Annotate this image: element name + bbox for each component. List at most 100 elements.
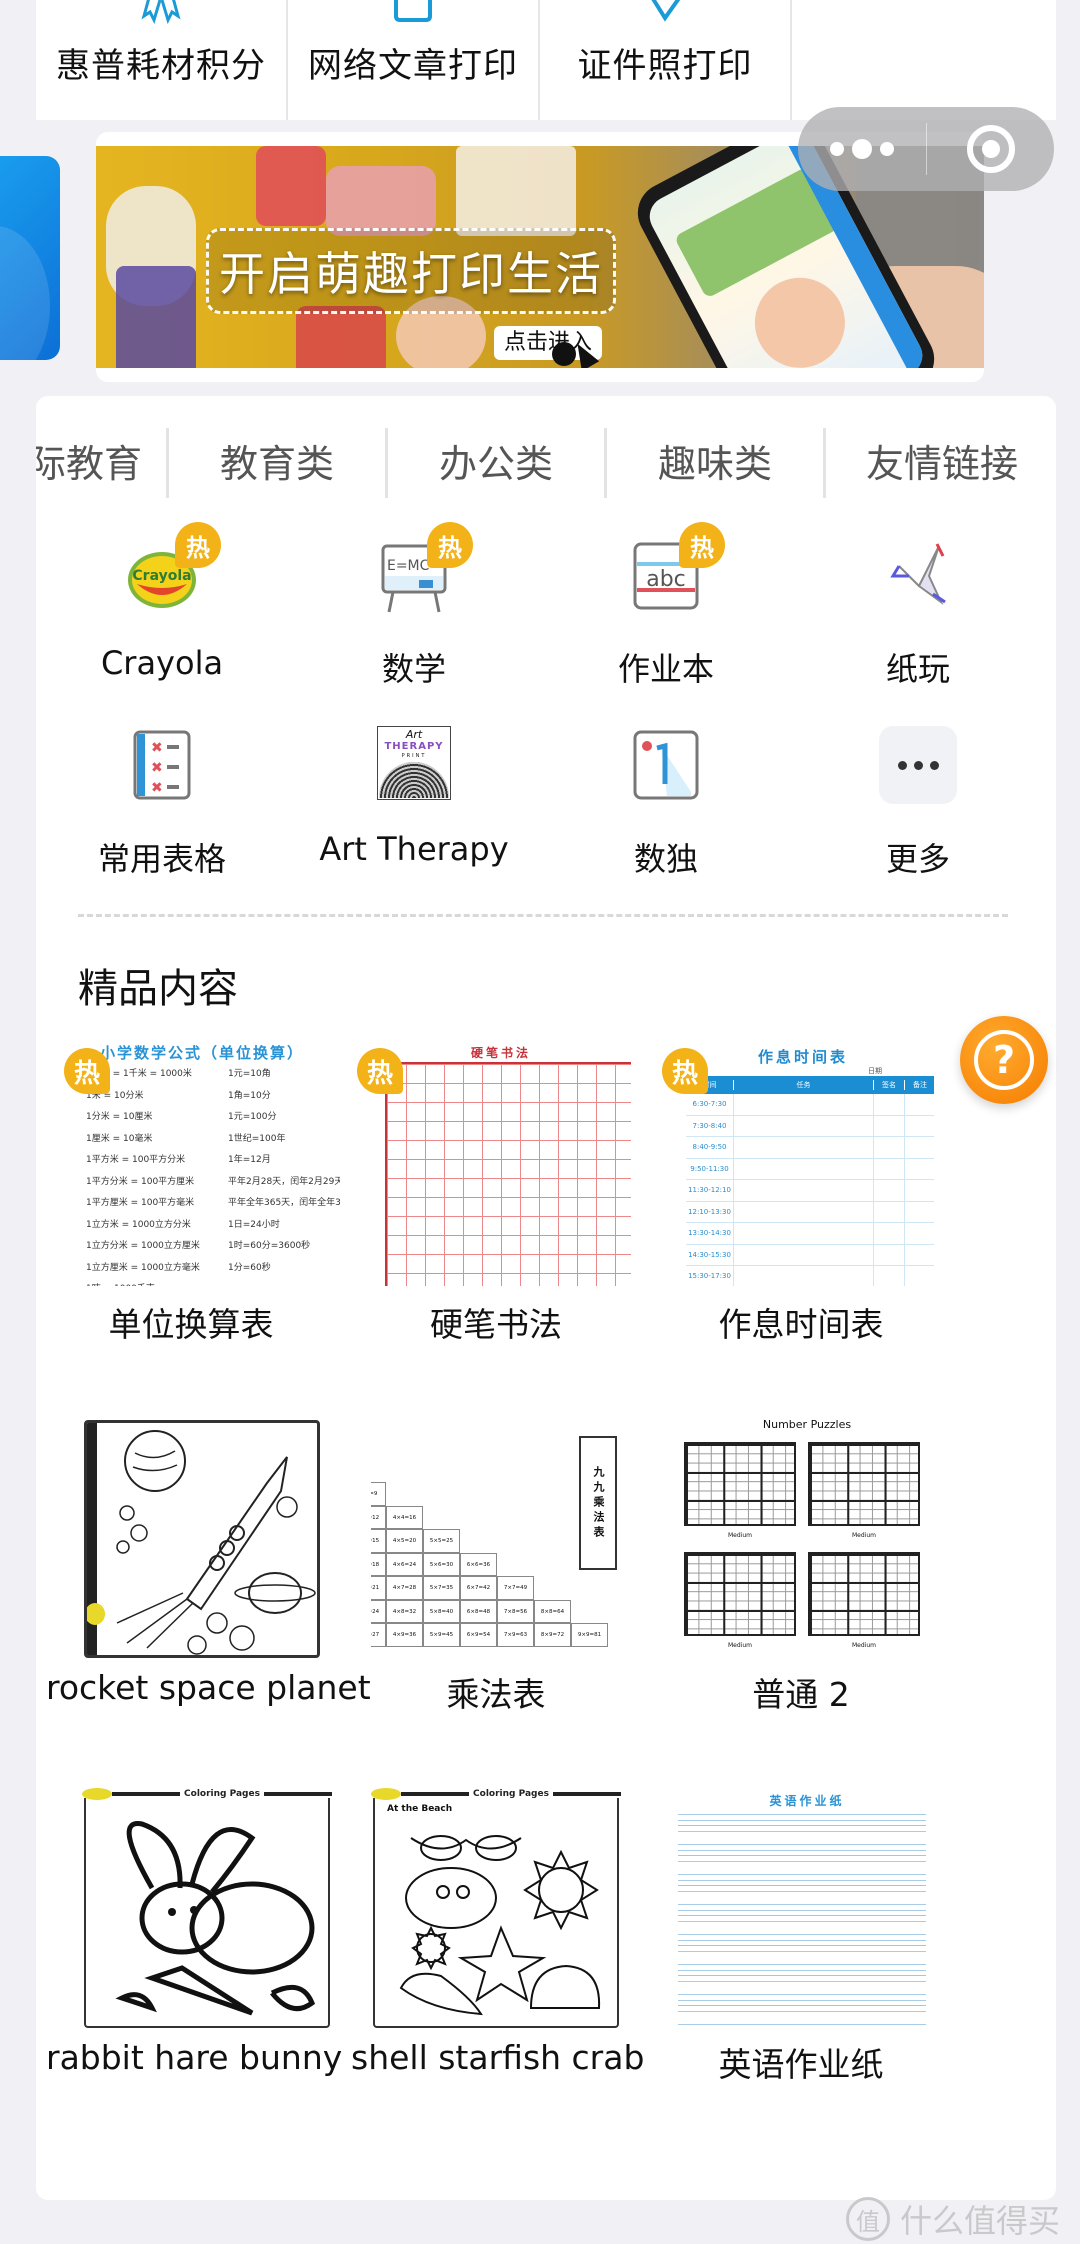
- content-card-rabbit[interactable]: Coloring Pages rabbit hare bunny: [46, 1776, 356, 2116]
- schedule-cell: 7:30-8:40: [686, 1115, 734, 1136]
- content-label: 英语作业纸: [718, 2045, 884, 2084]
- schedule-cell: [734, 1115, 874, 1136]
- multiplication-side-title: 九九乘法表: [579, 1436, 617, 1570]
- phone-screen-block: [739, 261, 861, 368]
- content-card-sudoku[interactable]: Number Puzzles Medium Medium Medium Medium …: [656, 1406, 966, 1746]
- schedule-row: 7:30-8:40: [686, 1115, 934, 1137]
- schedule-table: 时间 任务 签名 备注 6:30-7:30 7:30-8:40 8:40-9:50 9:50-…: [686, 1076, 934, 1286]
- ribbon-badge-icon: [141, 0, 181, 24]
- section-title: 精品内容: [78, 966, 238, 1012]
- svg-text:✖: ✖: [151, 760, 163, 776]
- watermark-logo-icon: 值: [845, 2197, 890, 2241]
- help-button[interactable]: ?: [960, 1016, 1048, 1104]
- writing-line: [678, 1909, 926, 1911]
- writing-line: [678, 1885, 926, 1886]
- sudoku-box-lines: [686, 1444, 794, 1524]
- multiplication-cell: 3×3=9: [371, 1482, 386, 1506]
- schedule-cell: [734, 1266, 874, 1286]
- category-math[interactable]: E=MC² 热 数学: [288, 522, 540, 694]
- service-web-article-print[interactable]: 网络文章打印: [288, 0, 540, 120]
- content-card-unit-conversion[interactable]: 小学数学公式（单位换算） 1公里 = 1千米 = 1000米 1米 = 10分米 1…: [46, 1036, 356, 1376]
- thumb-title: 小学数学公式（单位换算）: [100, 1044, 305, 1062]
- tab-international-education[interactable]: 际教育: [36, 422, 168, 498]
- writing-line: [678, 1980, 926, 1982]
- category-sudoku[interactable]: 数独: [540, 714, 792, 884]
- multiplication-cell: 9×9=81: [571, 1623, 608, 1647]
- tab-office[interactable]: 办公类: [388, 422, 604, 498]
- more-dots-icon: [880, 142, 894, 156]
- service-id-photo-print[interactable]: 证件照打印: [540, 0, 792, 120]
- schedule-cell: [905, 1159, 934, 1180]
- content-card-beach[interactable]: Coloring Pages At the Beach shell starfi…: [351, 1776, 661, 2116]
- schedule-column-header: 备注: [905, 1080, 934, 1090]
- writing-line: [678, 1969, 926, 1971]
- category-label: Art Therapy: [319, 830, 509, 868]
- writing-line: [678, 1874, 926, 1875]
- whiteboard-emc2-icon: E=MC² 热: [375, 522, 473, 614]
- multiplication-cell: 3×4=12: [371, 1505, 386, 1529]
- schedule-cell: [874, 1137, 905, 1158]
- close-miniprogram-button[interactable]: [927, 107, 1054, 191]
- question-mark-icon: ?: [974, 1030, 1034, 1090]
- content-card-rocket[interactable]: rocket space planet: [46, 1406, 371, 1746]
- service-hp-points[interactable]: 惠普耗材积分: [36, 0, 288, 120]
- line-group-gap: [678, 2016, 926, 2024]
- content-card-calligraphy[interactable]: 硬笔书法 热 硬笔书法: [351, 1036, 661, 1376]
- category-art-therapy[interactable]: Art THERAPY PRINT Art Therapy: [288, 714, 540, 884]
- thumb-right-column: 1元=10角 1角=10分 1元=100分 1世纪=100年 1年=12月 平年2月28天…: [228, 1064, 340, 1279]
- writing-line: [678, 1915, 926, 1916]
- sudoku-puzzles: Medium Medium Medium Medium: [678, 1434, 938, 1654]
- content-label: 硬笔书法: [430, 1305, 562, 1344]
- category-tabs[interactable]: 际教育 教育类 办公类 趣味类 友情链接: [36, 422, 1056, 498]
- content-card-schedule[interactable]: 作息时间表 日期 时间 任务 签名 备注 6:30-7:30 7:30-8:40 8:40-…: [656, 1036, 966, 1376]
- category-crayola[interactable]: Crayola 热 Crayola: [36, 522, 288, 694]
- sudoku-difficulty: Medium: [728, 1642, 752, 1649]
- tab-fun[interactable]: 趣味类: [607, 422, 823, 498]
- section-divider: [78, 914, 1008, 917]
- category-paper-craft[interactable]: 纸玩: [792, 524, 1044, 694]
- content-card-multiplication[interactable]: 九九乘法表 3×3=93×4=124×4=163×5=154×5=205×5=2…: [351, 1406, 661, 1746]
- schedule-cell: [734, 1201, 874, 1222]
- tab-friend-links[interactable]: 友情链接: [826, 422, 1056, 498]
- content-card-english-paper[interactable]: 英语作业纸 英语作业纸: [656, 1776, 966, 2116]
- sudoku-icon: [627, 726, 705, 804]
- multiplication-cell: 8×9=72: [534, 1623, 571, 1647]
- multiplication-cell: 5×8=40: [423, 1599, 460, 1623]
- hot-badge: 热: [64, 1048, 110, 1094]
- category-common-forms[interactable]: ✖ ✖ ✖ 常用表格: [36, 714, 288, 884]
- content-label: 普通 2: [752, 1675, 850, 1714]
- id-photo-icon: [651, 0, 681, 22]
- schedule-cell: [874, 1094, 905, 1115]
- line-group-gap: [678, 1866, 926, 1874]
- english-writing-lines: [678, 1814, 926, 2026]
- schedule-cell: [905, 1266, 934, 1286]
- banner-deco-cards: [456, 146, 576, 236]
- thumbnail: Number Puzzles Medium Medium Medium Medium: [672, 1406, 942, 1656]
- sudoku-grid: [808, 1552, 920, 1636]
- category-more[interactable]: 更多: [792, 714, 1044, 884]
- svg-text:✖: ✖: [151, 780, 163, 796]
- document-icon: [394, 0, 432, 22]
- category-homework-book[interactable]: abc 热 作业本: [540, 522, 792, 694]
- conversion-row: 1分米 = 10厘米: [86, 1112, 153, 1122]
- conversion-row: 平年全年365天，闰年全年366天: [228, 1198, 340, 1208]
- schedule-cell: 13:30-14:30: [686, 1223, 734, 1244]
- date-label: 日期: [868, 1067, 882, 1075]
- thumb-title: Number Puzzles: [762, 1418, 852, 1431]
- schedule-cell: 8:40-9:50: [686, 1137, 734, 1158]
- side-blue-panel-edge[interactable]: [0, 156, 60, 360]
- more-dots-button[interactable]: [798, 107, 926, 191]
- schedule-cell: [905, 1180, 934, 1201]
- sudoku-grid: [808, 1442, 920, 1526]
- schedule-row: 6:30-7:30: [686, 1094, 934, 1116]
- rabbit-illustration: [115, 1821, 316, 2016]
- thumbnail: Coloring Pages: [82, 1788, 332, 2030]
- schedule-cell: [905, 1094, 934, 1115]
- banner-deco: [296, 306, 386, 368]
- conversion-row: 1平方米 = 100平方分米: [86, 1155, 186, 1165]
- tab-education[interactable]: 教育类: [169, 422, 385, 498]
- multiplication-cell: 5×6=30: [423, 1552, 460, 1576]
- writing-line: [678, 1830, 926, 1832]
- conversion-row: 1立方米 = 1000立方分米: [86, 1219, 191, 1230]
- content-label: rabbit hare bunny: [46, 2038, 343, 2077]
